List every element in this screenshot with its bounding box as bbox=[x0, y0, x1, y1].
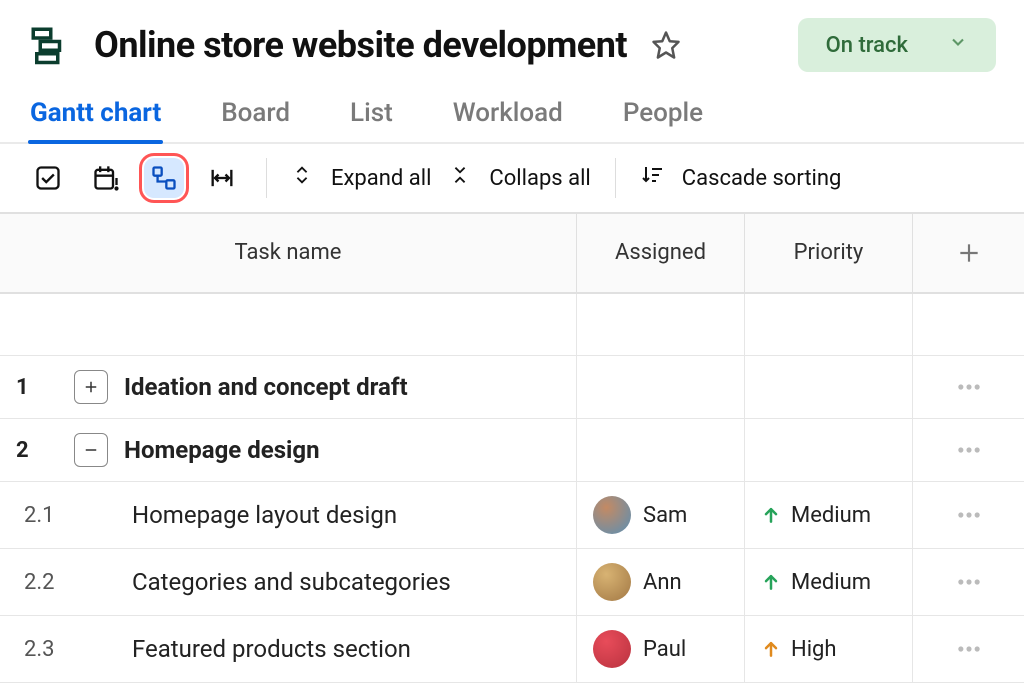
table-header: Task name Assigned Priority bbox=[0, 212, 1024, 294]
chevron-down-icon bbox=[948, 32, 968, 58]
row-index: 2.3 bbox=[24, 637, 66, 662]
assigned-cell[interactable]: Ann bbox=[576, 549, 744, 615]
more-actions-button[interactable] bbox=[929, 436, 1008, 464]
expand-all-button[interactable]: Expand all bbox=[291, 164, 431, 192]
spacer-row bbox=[0, 294, 1024, 356]
more-actions-button[interactable] bbox=[929, 568, 1008, 596]
view-tabs: Gantt chart Board List Workload People bbox=[0, 84, 1024, 144]
task-row[interactable]: 2.3 Featured products section Paul High bbox=[0, 616, 1024, 683]
wbs-toggle-button[interactable] bbox=[144, 158, 184, 198]
tab-people[interactable]: People bbox=[621, 90, 705, 142]
assignee-name: Ann bbox=[643, 570, 682, 595]
row-index: 2 bbox=[16, 438, 58, 463]
assigned-cell[interactable]: Sam bbox=[576, 482, 744, 548]
avatar bbox=[593, 630, 631, 668]
row-index: 1 bbox=[16, 375, 58, 400]
priority-label: Medium bbox=[791, 570, 871, 595]
project-header: Online store website development On trac… bbox=[0, 0, 1024, 84]
column-priority[interactable]: Priority bbox=[744, 214, 912, 292]
priority-arrow-icon bbox=[761, 505, 781, 525]
separator bbox=[266, 158, 267, 198]
assigned-cell[interactable]: Paul bbox=[576, 616, 744, 682]
task-row[interactable]: 2 Homepage design bbox=[0, 419, 1024, 482]
task-row[interactable]: 1 Ideation and concept draft bbox=[0, 356, 1024, 419]
tab-workload[interactable]: Workload bbox=[451, 90, 565, 142]
collapse-icon bbox=[449, 164, 471, 192]
cascade-sorting-button[interactable]: Cascade sorting bbox=[640, 163, 842, 193]
more-actions-button[interactable] bbox=[929, 501, 1008, 529]
task-name: Featured products section bbox=[132, 635, 411, 663]
assignee-name: Paul bbox=[643, 637, 686, 662]
task-name: Ideation and concept draft bbox=[124, 373, 408, 401]
expand-toggle[interactable] bbox=[74, 370, 108, 404]
row-index: 2.1 bbox=[24, 503, 66, 528]
priority-arrow-icon bbox=[761, 572, 781, 592]
expand-all-label: Expand all bbox=[331, 166, 431, 191]
priority-cell[interactable] bbox=[744, 419, 912, 481]
priority-label: Medium bbox=[791, 503, 871, 528]
status-dropdown[interactable]: On track bbox=[798, 18, 996, 72]
gantt-toolbar: Expand all Collaps all Cascade sorting bbox=[0, 144, 1024, 212]
priority-cell[interactable]: Medium bbox=[744, 482, 912, 548]
tab-list[interactable]: List bbox=[348, 90, 395, 142]
checkbox-toggle-button[interactable] bbox=[28, 158, 68, 198]
tab-board[interactable]: Board bbox=[219, 90, 292, 142]
cascade-sorting-label: Cascade sorting bbox=[682, 166, 842, 191]
row-index: 2.2 bbox=[24, 570, 66, 595]
assigned-cell[interactable] bbox=[576, 419, 744, 481]
column-assigned[interactable]: Assigned bbox=[576, 214, 744, 292]
collapse-toggle[interactable] bbox=[74, 433, 108, 467]
add-column-button[interactable] bbox=[912, 214, 1024, 292]
priority-arrow-icon bbox=[761, 639, 781, 659]
task-row[interactable]: 2.2 Categories and subcategories Ann Medium bbox=[0, 549, 1024, 616]
more-actions-button[interactable] bbox=[929, 373, 1008, 401]
task-name: Homepage layout design bbox=[132, 501, 397, 529]
priority-label: High bbox=[791, 637, 837, 662]
project-icon bbox=[28, 24, 70, 66]
status-label: On track bbox=[826, 33, 908, 58]
avatar bbox=[593, 496, 631, 534]
expand-icon bbox=[291, 164, 313, 192]
priority-cell[interactable] bbox=[744, 356, 912, 418]
priority-cell[interactable]: Medium bbox=[744, 549, 912, 615]
tab-gantt-chart[interactable]: Gantt chart bbox=[28, 90, 163, 142]
project-title: Online store website development bbox=[94, 24, 627, 66]
avatar bbox=[593, 563, 631, 601]
task-row[interactable]: 2.1 Homepage layout design Sam Medium bbox=[0, 482, 1024, 549]
star-icon[interactable] bbox=[651, 30, 681, 60]
collapse-all-label: Collaps all bbox=[489, 166, 590, 191]
task-name: Categories and subcategories bbox=[132, 568, 451, 596]
more-actions-button[interactable] bbox=[929, 635, 1008, 663]
priority-cell[interactable]: High bbox=[744, 616, 912, 682]
column-width-button[interactable] bbox=[202, 158, 242, 198]
collapse-all-button[interactable]: Collaps all bbox=[449, 164, 590, 192]
separator bbox=[615, 158, 616, 198]
task-name: Homepage design bbox=[124, 436, 320, 464]
column-task-name[interactable]: Task name bbox=[0, 214, 576, 292]
assignee-name: Sam bbox=[643, 503, 687, 528]
assigned-cell[interactable] bbox=[576, 356, 744, 418]
overdue-toggle-button[interactable] bbox=[86, 158, 126, 198]
sort-icon bbox=[640, 163, 664, 193]
